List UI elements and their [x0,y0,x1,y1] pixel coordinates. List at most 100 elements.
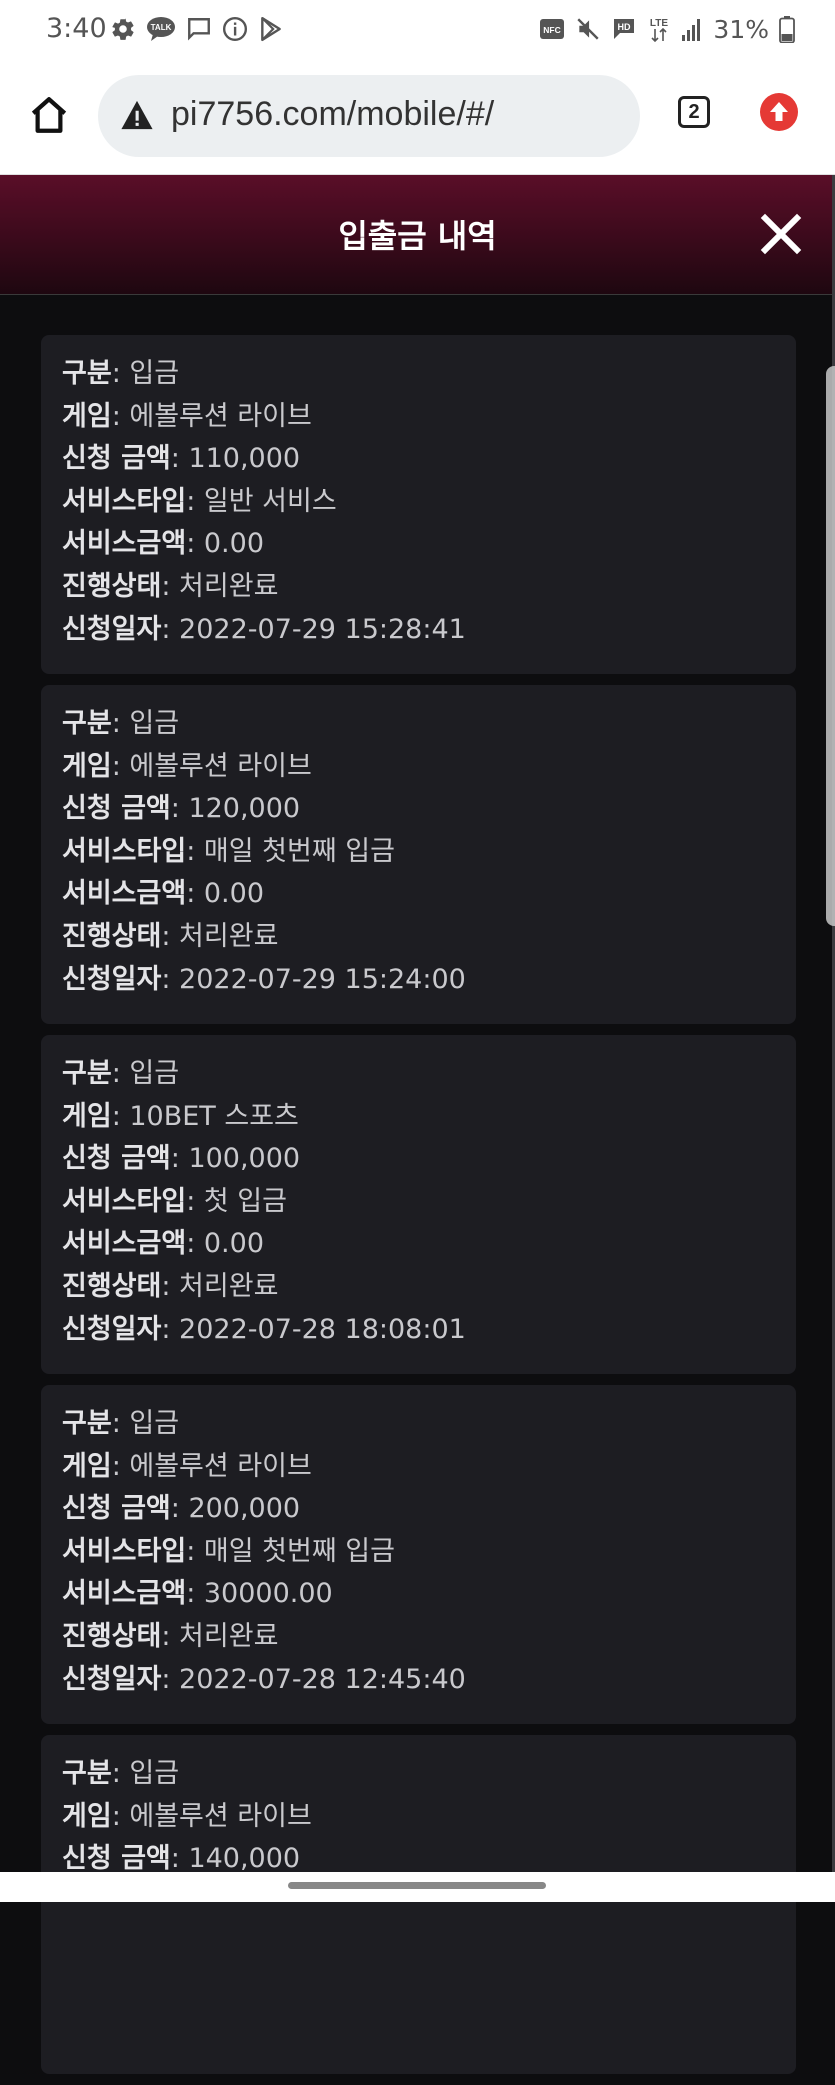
field-key: 신청 금액 [62,1493,171,1525]
field-key: 서비스타입 [62,1185,187,1217]
field-key: 진행상태 [62,1620,162,1652]
field-value: : 110,000 [170,443,301,475]
field-value: : 100,000 [170,1143,301,1175]
field-key: 서비스금액 [62,1578,187,1610]
field-status: 진행상태: 처리완료 [62,566,796,609]
talk-icon: TALK [147,17,175,41]
transaction-card: 구분: 입금 게임: 에볼루션 라이브 신청 금액: 120,000 서비스타입… [41,685,796,1024]
field-key: 신청일자 [62,1313,162,1345]
transaction-card: 구분: 입금 게임: 에볼루션 라이브 신청 금액: 200,000 서비스타입… [41,1385,796,1724]
field-value: : 매일 첫번째 입금 [186,835,395,867]
field-game: 게임: 에볼루션 라이브 [62,396,796,439]
field-service-type: 서비스타입: 매일 첫번째 입금 [62,1531,796,1574]
field-date: 신청일자: 2022-07-29 15:28:41 [62,609,796,652]
field-amount: 신청 금액: 200,000 [62,1488,796,1531]
field-game: 게임: 10BET 스포츠 [62,1096,796,1139]
field-service-amount: 서비스금액: 0.00 [62,523,796,566]
field-value: : 입금 [111,1058,180,1089]
field-key: 게임 [62,750,112,782]
status-left-icons: TALK [110,14,284,44]
field-type: 구분: 입금 [62,353,796,396]
field-value: : 에볼루션 라이브 [111,1800,312,1832]
tab-count: 2 [688,100,700,123]
field-value: : 매일 첫번째 입금 [186,1535,395,1567]
talk-icon-label: TALK [151,23,172,32]
field-key: 신청일자 [62,963,162,995]
field-game: 게임: 에볼루션 라이브 [62,1796,796,1839]
status-right-icons: NFC HD LTE 31% [539,13,795,45]
field-key: 진행상태 [62,570,162,602]
battery-percent: 31% [713,14,769,44]
field-key: 서비스타입 [62,835,187,867]
field-key: 게임 [62,1450,112,1482]
field-status: 진행상태: 처리완료 [62,1266,796,1309]
field-key: 서비스타입 [62,485,187,517]
transaction-card: 구분: 입금 게임: 10BET 스포츠 신청 금액: 100,000 서비스타… [41,1035,796,1374]
field-service-type: 서비스타입: 매일 첫번째 입금 [62,831,796,874]
field-status: 진행상태: 처리완료 [62,1616,796,1659]
field-date: 신청일자: 2022-07-28 12:45:40 [62,1659,796,1702]
modal-title: 입출금 내역 [338,217,497,255]
status-time: 3:40 [46,13,107,44]
scrollbar-thumb[interactable] [826,366,835,926]
status-bar: 3:40 TALK NFC HD LTE 31% [0,0,835,62]
url-text[interactable]: pi7756.com/mobile/#/ [171,95,494,134]
field-value: : 에볼루션 라이브 [111,750,312,782]
field-value: : 30000.00 [186,1578,333,1610]
transaction-card: 구분: 입금 게임: 에볼루션 라이브 신청 금액: 140,000 [41,1735,796,2074]
signal-icon [682,19,701,41]
field-type: 구분: 입금 [62,1753,796,1796]
lte-icon-label: LTE [650,18,668,29]
gear-icon [112,18,134,40]
field-key: 서비스타입 [62,1535,187,1567]
field-key: 서비스금액 [62,1228,187,1260]
field-key: 구분 [62,708,112,739]
system-nav-bar [0,1872,835,1902]
field-amount: 신청 금액: 110,000 [62,438,796,481]
field-value: : 0.00 [186,878,264,910]
field-key: 신청 금액 [62,443,171,475]
field-type: 구분: 입금 [62,1403,796,1446]
field-key: 구분 [62,1408,112,1439]
field-value: : 입금 [111,708,180,739]
field-key: 서비스금액 [62,528,187,560]
field-key: 신청 금액 [62,1843,171,1875]
field-date: 신청일자: 2022-07-28 18:08:01 [62,1309,796,1352]
field-service-type: 서비스타입: 첫 입금 [62,1181,796,1224]
field-value: : 처리완료 [161,570,279,602]
browser-toolbar: pi7756.com/mobile/#/ 2 [0,62,835,175]
field-value: : 0.00 [186,528,264,560]
transaction-list: 구분: 입금 게임: 에볼루션 라이브 신청 금액: 110,000 서비스타입… [41,335,796,2085]
hd-icon-label: HD [618,22,631,32]
close-icon[interactable] [760,213,802,255]
field-key: 구분 [62,1758,112,1789]
field-value: : 2022-07-28 18:08:01 [161,1313,466,1345]
update-button[interactable] [760,93,798,131]
field-value: : 에볼루션 라이브 [111,1450,312,1482]
field-type: 구분: 입금 [62,1053,796,1096]
arrow-up-icon [770,102,788,121]
field-key: 진행상태 [62,1270,162,1302]
field-value: : 0.00 [186,1228,264,1260]
hd-icon: HD [614,19,635,39]
field-game: 게임: 에볼루션 라이브 [62,1446,796,1489]
nfc-icon: NFC [540,19,565,39]
field-key: 구분 [62,1058,112,1089]
field-value: : 2022-07-29 15:24:00 [161,963,466,995]
field-key: 게임 [62,400,112,432]
address-bar[interactable]: pi7756.com/mobile/#/ [98,75,640,157]
mute-icon [577,18,600,40]
modal-header: 입출금 내역 [0,175,835,295]
field-value: : 일반 서비스 [186,485,337,517]
home-icon[interactable] [28,94,70,136]
field-service-amount: 서비스금액: 30000.00 [62,1573,796,1616]
field-service-type: 서비스타입: 일반 서비스 [62,481,796,524]
warning-icon[interactable] [120,99,154,131]
home-gesture-handle[interactable] [288,1882,546,1889]
field-service-amount: 서비스금액: 0.00 [62,1223,796,1266]
tabs-button[interactable]: 2 [678,96,710,128]
field-status: 진행상태: 처리완료 [62,916,796,959]
battery-icon [779,16,795,43]
field-key: 구분 [62,358,112,389]
field-date: 신청일자: 2022-07-29 15:24:00 [62,959,796,1002]
